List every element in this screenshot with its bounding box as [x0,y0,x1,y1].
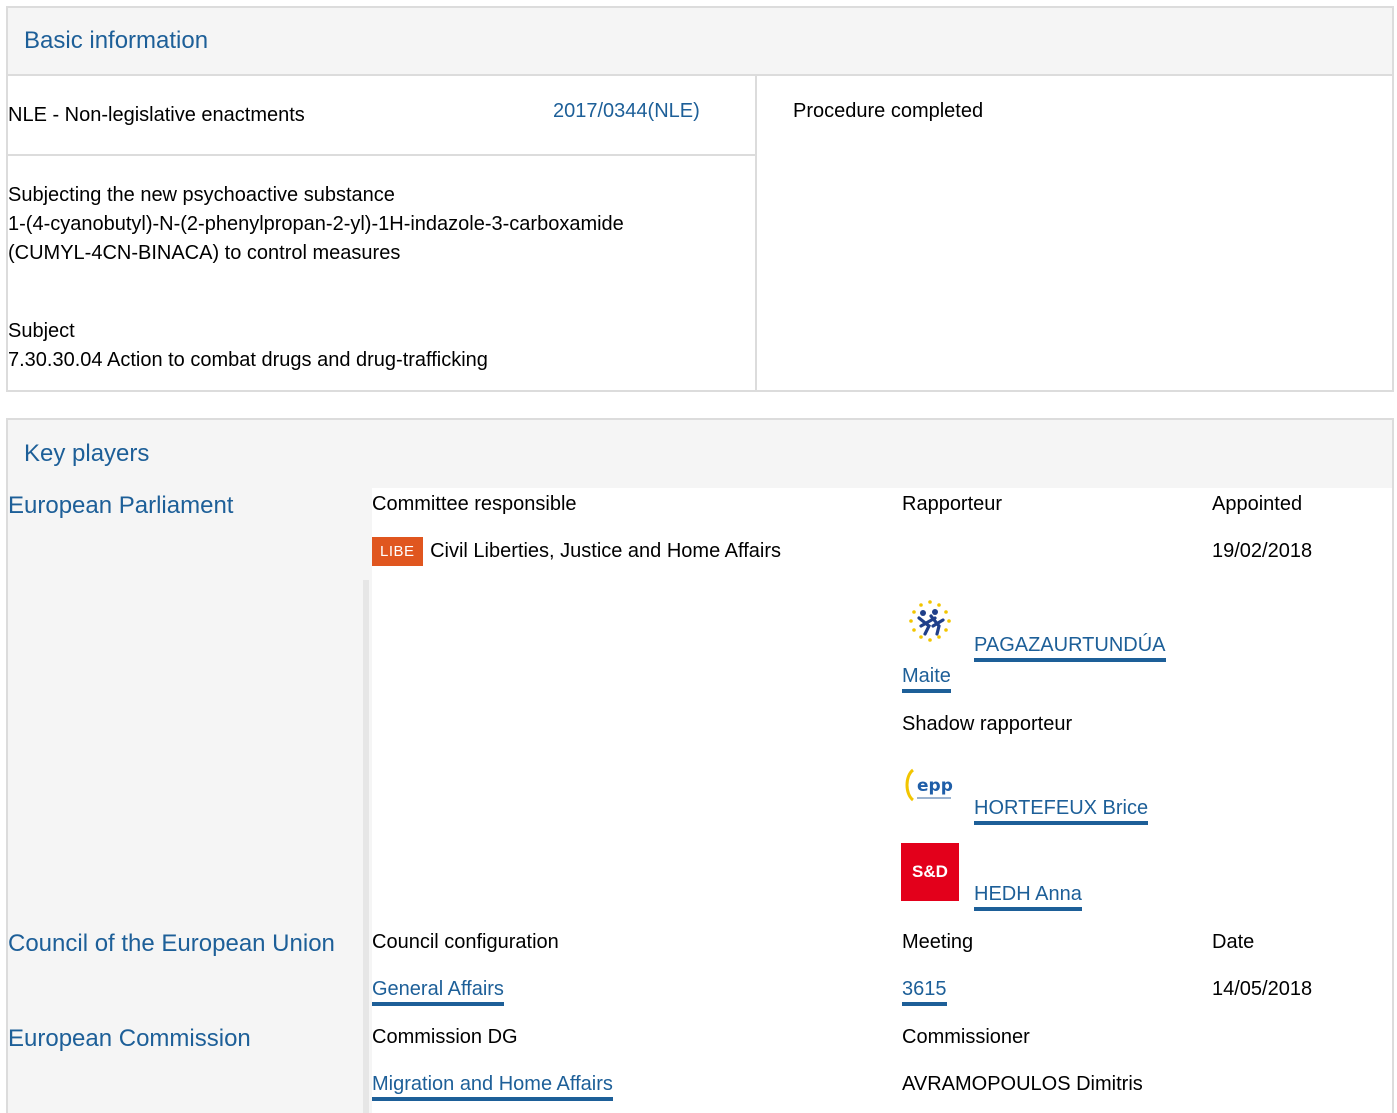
subject-label: Subject [8,320,75,342]
commissioner-name: AVRAMOPOULOS Dimitris [902,1073,1143,1095]
alde-group-icon [909,600,951,642]
appointed-date: 19/02/2018 [1212,540,1313,562]
col-meeting: Meeting [902,931,974,953]
basic-information-panel: Basic information NLE - Non-legislative … [6,6,1394,392]
institution-european-parliament: European Parliament [8,492,234,519]
institutions-column [8,488,372,1113]
meeting-link[interactable]: 3615 [902,978,947,1006]
key-players-panel: Key players [6,418,1394,1113]
col-appointed: Appointed [1212,493,1303,515]
col-committee-responsible: Committee responsible [372,493,577,515]
procedure-title-line: Subjecting the new psychoactive substanc… [8,184,395,206]
key-players-title: Key players [24,440,150,467]
procedure-details: NLE - Non-legislative enactments 2017/03… [8,76,757,392]
epp-group-icon: epp [905,768,953,802]
committee-badge: LIBE [372,537,423,566]
shadow-rapporteur-label: Shadow rapporteur [902,713,1073,735]
col-council-configuration: Council configuration [372,931,559,953]
committee-row: LIBE Civil Liberties, Justice and Home A… [372,537,781,566]
council-configuration-link[interactable]: General Affairs [372,978,504,1006]
procedure-title-line: (CUMYL-4CN-BINACA) to control measures [8,242,401,264]
procedure-title-line: 1-(4-cyanobutyl)-N-(2-phenylpropan-2-yl)… [8,213,624,235]
subject-value: 7.30.30.04 Action to combat drugs and dr… [8,349,488,371]
column-divider [363,580,369,1113]
shadow-rapporteur-link-hedh[interactable]: HEDH Anna [974,883,1082,911]
basic-information-header: Basic information [8,8,1392,76]
col-commission-dg: Commission DG [372,1026,518,1048]
sd-group-icon: S&D [901,843,959,901]
procedure-title: Subjecting the new psychoactive substanc… [8,181,624,268]
commission-dg-link[interactable]: Migration and Home Affairs [372,1073,613,1101]
sd-logo-text: S&D [912,862,948,881]
basic-information-title: Basic information [24,27,209,54]
committee-name: Civil Liberties, Justice and Home Affair… [430,540,781,562]
key-players-header: Key players [8,420,1392,488]
rapporteur-link-line1[interactable]: PAGAZAURTUNDÚA [974,634,1166,662]
council-date: 14/05/2018 [1212,978,1313,1000]
institution-council: Council of the European Union [8,930,335,957]
subject-block: Subject 7.30.30.04 Action to combat drug… [8,317,488,375]
institution-commission: European Commission [8,1025,251,1052]
col-date: Date [1212,931,1255,953]
procedure-type: NLE - Non-legislative enactments [8,104,305,126]
rapporteur-link-line2[interactable]: Maite [902,665,951,693]
epp-logo-text: epp [917,776,953,796]
procedure-type-row: NLE - Non-legislative enactments 2017/03… [8,76,755,156]
procedure-status-cell: Procedure completed [757,76,1394,392]
col-rapporteur: Rapporteur [902,493,1003,515]
col-commissioner: Commissioner [902,1026,1030,1048]
procedure-reference-link[interactable]: 2017/0344(NLE) [553,100,700,123]
procedure-status: Procedure completed [793,100,984,122]
shadow-rapporteur-link-hortefeux[interactable]: HORTEFEUX Brice [974,797,1149,825]
